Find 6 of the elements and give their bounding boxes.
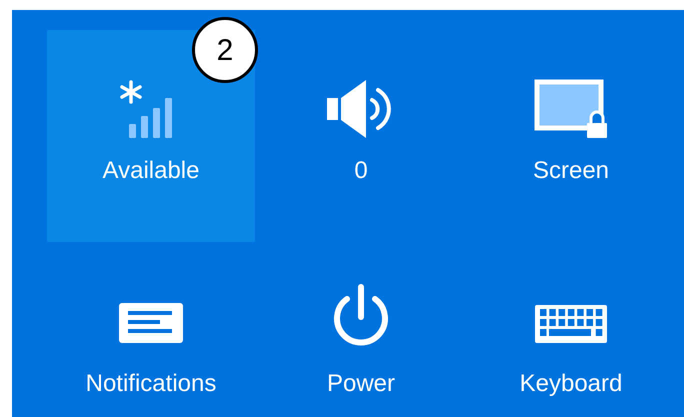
settings-tile[interactable]: Screen <box>467 30 675 242</box>
settings-tile[interactable]: Keyboard <box>467 243 675 417</box>
number-callout: 2 <box>192 17 258 83</box>
settings-tile[interactable]: 0 <box>257 30 465 242</box>
settings-tile[interactable]: Power <box>257 243 465 417</box>
settings-tile[interactable]: Notifications <box>47 243 255 417</box>
